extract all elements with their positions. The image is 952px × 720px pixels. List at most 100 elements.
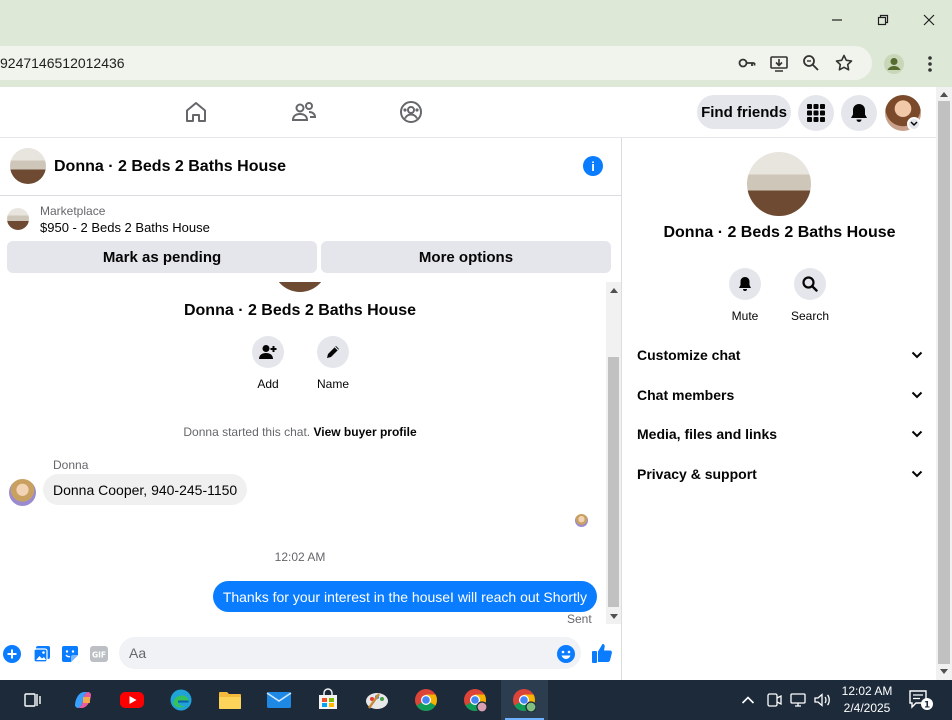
sent-status: Sent [567, 612, 592, 624]
url-text[interactable]: 9247146512012436 [0, 55, 125, 71]
more-options-button[interactable]: More options [321, 241, 611, 273]
chevron-down-icon [910, 121, 918, 127]
add-people-action[interactable]: Add [238, 336, 298, 391]
sticker-button[interactable] [60, 644, 80, 664]
chrome-profile-icon[interactable] [462, 687, 488, 713]
chevron-down-icon [911, 470, 923, 478]
chat-title[interactable]: Donna · 2 Beds 2 Baths House [54, 158, 286, 176]
thumbs-up-icon [592, 644, 612, 663]
copilot-icon[interactable] [70, 687, 96, 713]
chat-center-name: Donna · 2 Beds 2 Baths House [183, 302, 417, 319]
browser-toolbar: 9247146512012436 [0, 40, 952, 87]
chat-large-thumbnail [272, 282, 328, 292]
panel-chat-name: Donna · 2 Beds 2 Baths House [663, 224, 896, 241]
search-label: Search [790, 309, 830, 323]
gif-button[interactable]: GIF [89, 644, 109, 664]
chrome-icon[interactable] [413, 687, 439, 713]
marketplace-listing-bar: Marketplace $950 - 2 Beds 2 Baths House … [0, 196, 622, 282]
pencil-icon [327, 346, 339, 358]
chat-started-notice: Donna started this chat. View buyer prof… [0, 425, 600, 439]
more-actions-button[interactable] [2, 644, 22, 664]
plus-circle-icon [3, 645, 21, 663]
notification-center-icon[interactable]: 1 [906, 687, 936, 713]
marketplace-label: Marketplace [40, 204, 106, 218]
network-icon[interactable] [787, 687, 809, 713]
browser-menu-icon[interactable] [918, 52, 942, 76]
mute-label: Mute [731, 309, 759, 323]
task-view-icon[interactable] [20, 687, 46, 713]
scroll-up-arrow[interactable] [940, 92, 948, 97]
bookmark-star-icon[interactable] [834, 53, 854, 73]
search-action[interactable]: Search [780, 268, 840, 323]
chat-members-section[interactable]: Chat members [637, 381, 923, 409]
outgoing-message[interactable]: Thanks for your interest in the houseI w… [212, 581, 597, 612]
incoming-message[interactable]: Donna Cooper, 940-245-1150 [43, 474, 248, 505]
privacy-support-section[interactable]: Privacy & support [637, 460, 923, 488]
meet-now-icon[interactable] [763, 687, 785, 713]
close-window-button[interactable] [906, 0, 952, 40]
message-composer: GIF [0, 624, 622, 680]
page-scrollbar[interactable] [936, 87, 952, 680]
paint-icon[interactable] [364, 687, 390, 713]
attach-photo-button[interactable] [32, 644, 52, 664]
message-timestamp: 12:02 AM [274, 550, 326, 564]
sender-name: Donna [53, 458, 89, 472]
microsoft-store-icon[interactable] [315, 687, 341, 713]
bell-icon [851, 104, 867, 122]
edge-icon[interactable] [168, 687, 194, 713]
file-explorer-icon[interactable] [217, 687, 243, 713]
address-bar[interactable]: 9247146512012436 [0, 46, 872, 80]
zoom-icon[interactable] [801, 53, 821, 73]
restore-button[interactable] [860, 0, 906, 40]
chevron-down-icon [911, 430, 923, 438]
find-friends-button[interactable]: Find friends [697, 95, 791, 129]
bell-icon [739, 277, 751, 291]
sender-avatar[interactable] [9, 479, 36, 506]
page-scrollbar-thumb[interactable] [938, 101, 950, 664]
clock-date: 2/4/2025 [843, 701, 891, 715]
notifications-button[interactable] [841, 95, 877, 131]
info-icon[interactable]: i [583, 156, 603, 176]
home-icon[interactable] [183, 99, 209, 125]
menu-button[interactable] [798, 95, 834, 131]
listing-title[interactable]: $950 - 2 Beds 2 Baths House [40, 220, 210, 235]
youtube-icon[interactable] [119, 687, 145, 713]
message-input[interactable] [119, 637, 581, 669]
message-scrollbar-thumb[interactable] [608, 357, 619, 607]
system-clock[interactable]: 12:02 AM 2/4/2025 [836, 683, 898, 717]
show-hidden-icons-chevron-up-icon[interactable] [738, 687, 758, 713]
chat-thumbnail[interactable] [10, 148, 46, 184]
key-icon[interactable] [737, 53, 757, 73]
window-title-bar [0, 0, 952, 40]
chrome-active-icon[interactable] [511, 687, 537, 713]
like-button[interactable] [591, 642, 613, 664]
view-buyer-profile-link[interactable]: View buyer profile [313, 425, 416, 439]
volume-icon[interactable] [811, 687, 833, 713]
media-files-links-section[interactable]: Media, files and links [637, 420, 923, 448]
groups-icon[interactable] [398, 99, 424, 125]
customize-chat-section[interactable]: Customize chat [637, 341, 923, 369]
mark-pending-button[interactable]: Mark as pending [7, 241, 317, 273]
minimize-button[interactable] [814, 0, 860, 40]
listing-thumbnail[interactable] [7, 208, 29, 230]
friends-icon[interactable] [291, 99, 317, 125]
photo-icon [33, 646, 50, 663]
grid-menu-icon [807, 104, 825, 122]
chevron-down-icon [911, 391, 923, 399]
profile-icon[interactable] [882, 52, 906, 76]
msg-scroll-up-arrow[interactable] [610, 288, 618, 293]
install-app-icon[interactable] [769, 53, 789, 73]
search-icon [802, 276, 818, 292]
account-chevron[interactable] [907, 117, 921, 131]
name-chat-action[interactable]: Name [303, 336, 363, 391]
message-scrollbar[interactable] [606, 282, 622, 624]
panel-avatar[interactable] [747, 152, 811, 216]
section-label: Chat members [637, 387, 735, 403]
msg-scroll-down-arrow[interactable] [610, 614, 618, 619]
chat-started-text: Donna started this chat. [183, 425, 311, 439]
scroll-down-arrow[interactable] [940, 669, 948, 674]
mail-icon[interactable] [266, 687, 292, 713]
add-person-icon [259, 345, 277, 359]
mute-action[interactable]: Mute [715, 268, 775, 323]
emoji-button[interactable] [556, 644, 576, 664]
